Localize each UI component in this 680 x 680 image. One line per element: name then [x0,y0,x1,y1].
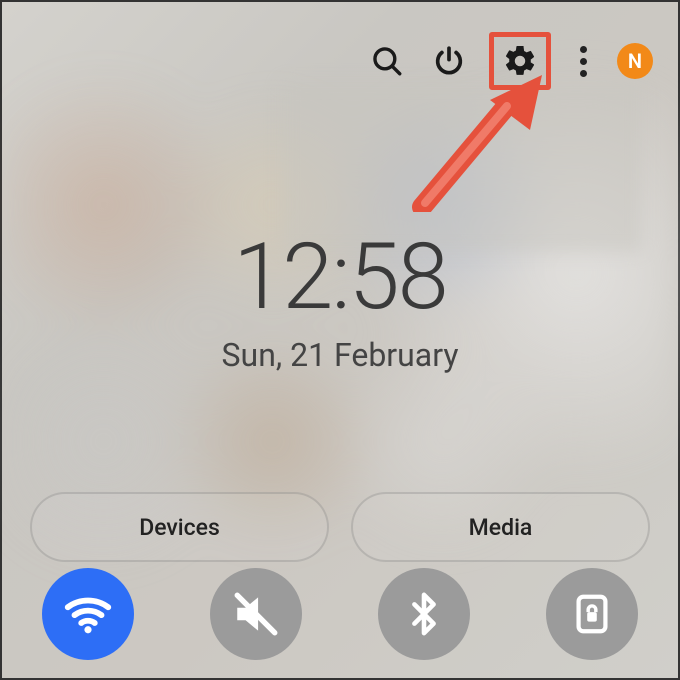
top-icon-row: N [365,32,653,90]
wifi-icon [61,587,115,641]
clock-time: 12:58 [2,232,678,324]
mute-toggle[interactable] [210,568,302,660]
clock-block: 12:58 Sun, 21 February [2,232,678,374]
pill-row: Devices Media [30,492,650,562]
annotation-highlight-box [489,32,551,90]
rotation-lock-icon [569,591,615,637]
devices-label: Devices [139,514,220,541]
media-button[interactable]: Media [351,492,650,562]
quick-toggle-row [42,568,638,660]
clock-date: Sun, 21 February [2,336,678,374]
bluetooth-toggle[interactable] [378,568,470,660]
devices-button[interactable]: Devices [30,492,329,562]
mute-icon [231,589,281,639]
bluetooth-icon [401,591,447,637]
rotation-lock-toggle[interactable] [546,568,638,660]
more-vert-icon[interactable] [569,39,597,83]
media-label: Media [469,514,533,541]
avatar-initial: N [628,49,642,73]
gear-icon[interactable] [498,39,542,83]
notification-panel: N 12:58 Sun, 21 February Devices Media [0,0,680,680]
avatar[interactable]: N [617,43,653,79]
wifi-toggle[interactable] [42,568,134,660]
search-icon[interactable] [365,39,409,83]
power-icon[interactable] [427,39,471,83]
